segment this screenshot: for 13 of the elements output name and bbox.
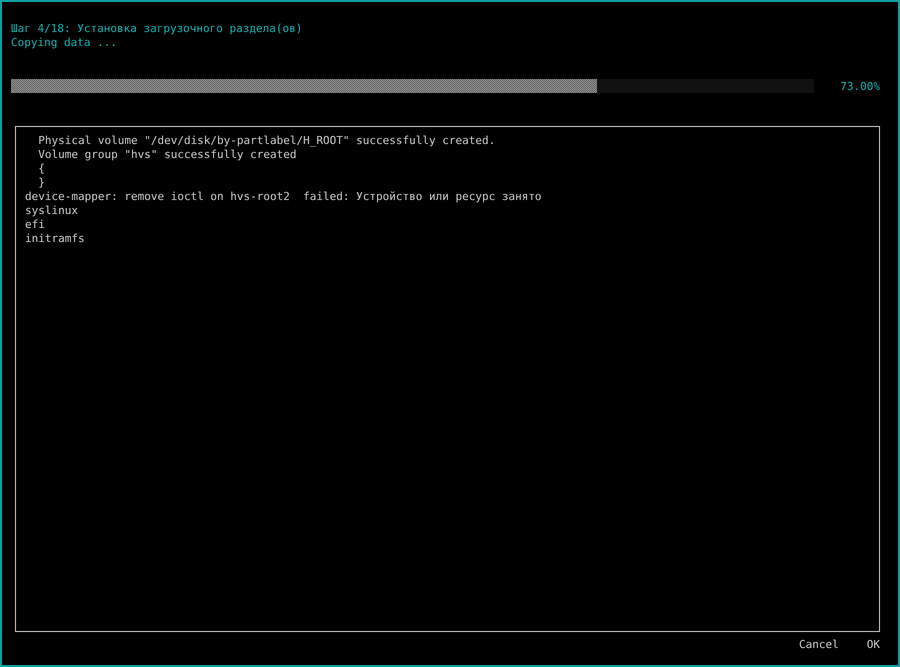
step-title: Шаг 4/18: Установка загрузочного раздела(ов): [11, 22, 304, 36]
cancel-button[interactable]: Cancel: [799, 638, 839, 651]
log-line: efi: [25, 218, 45, 232]
log-line: Volume group "hvs" successfully created: [37, 148, 297, 162]
log-line: device-mapper: remove ioctl on hvs-root2 failed: Устройство или ресурс занято: [25, 190, 542, 204]
log-line: Physical volume "/dev/disk/by-partlabel/H_ROOT" successfully created.: [37, 134, 496, 148]
progress-percent: 73.00%: [840, 80, 880, 92]
log-line: {: [37, 162, 45, 176]
log-line: syslinux: [25, 204, 78, 218]
status-text: Copying data ...: [11, 36, 118, 50]
ok-button[interactable]: OK: [866, 638, 880, 651]
log-line: initramfs: [25, 232, 85, 246]
log-line: }: [37, 176, 45, 190]
